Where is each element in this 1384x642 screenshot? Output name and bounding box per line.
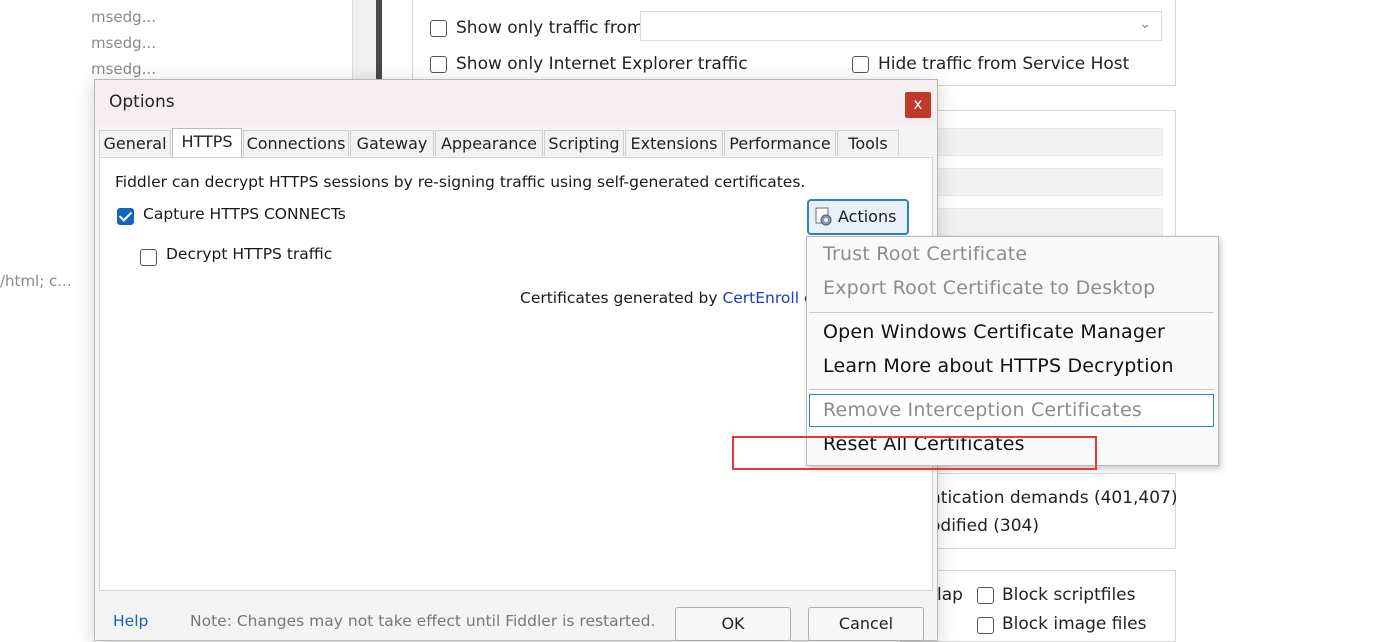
https-description: Fiddler can decrypt HTTPS sessions by re… — [115, 173, 806, 191]
tab-general[interactable]: General — [99, 130, 171, 156]
session-item[interactable]: msedg... — [91, 34, 156, 52]
block-script-label: Block scriptfiles — [1002, 585, 1136, 605]
breakpoints-group — [900, 473, 1176, 549]
tab-connections[interactable]: Connections — [243, 130, 349, 156]
show-only-traffic-from-checkbox[interactable] — [430, 20, 447, 37]
content-type-cell: /html; c... — [0, 272, 72, 290]
tab-scripting[interactable]: Scripting — [544, 130, 624, 156]
block-image-label: Block image files — [1002, 614, 1147, 634]
menu-item-export-root[interactable]: Export Root Certificate to Desktop — [823, 277, 1155, 299]
block-script-checkbox[interactable] — [977, 587, 994, 604]
cert-generator-text: Certificates generated by CertEnroll e — [520, 289, 813, 307]
annotation-highlight-box — [732, 436, 1097, 470]
show-only-ie-label: Show only Internet Explorer traffic — [456, 54, 748, 74]
header-field[interactable] — [905, 168, 1163, 196]
actions-label: Actions — [838, 207, 897, 226]
show-only-ie-checkbox[interactable] — [430, 56, 447, 73]
certenroll-link[interactable]: CertEnroll e — [722, 289, 813, 307]
actions-menu: Trust Root Certificate Export Root Certi… — [806, 236, 1219, 466]
menu-item-trust-root[interactable]: Trust Root Certificate — [823, 243, 1027, 265]
menu-item-open-cert-manager[interactable]: Open Windows Certificate Manager — [823, 321, 1165, 343]
menu-separator — [809, 389, 1214, 390]
tab-performance[interactable]: Performance — [724, 130, 836, 156]
show-only-traffic-from-label: Show only traffic from — [456, 18, 644, 38]
dialog-title: Options — [109, 92, 175, 112]
tab-tools[interactable]: Tools — [837, 130, 899, 156]
close-icon: x — [913, 95, 923, 113]
tab-https[interactable]: HTTPS — [172, 128, 242, 158]
restart-note: Note: Changes may not take effect until … — [190, 612, 656, 630]
hide-service-host-label: Hide traffic from Service Host — [878, 54, 1130, 74]
session-item[interactable]: msedg... — [91, 60, 156, 78]
cancel-button[interactable]: Cancel — [808, 607, 924, 641]
decrypt-https-label: Decrypt HTTPS traffic — [166, 245, 333, 263]
close-button[interactable]: x — [905, 92, 931, 118]
actions-button[interactable]: Actions — [807, 199, 909, 235]
menu-item-learn-more[interactable]: Learn More about HTTPS Decryption — [823, 355, 1174, 377]
process-select[interactable]: ⌄ — [640, 11, 1162, 41]
header-field[interactable] — [905, 128, 1163, 156]
tab-appearance[interactable]: Appearance — [435, 130, 543, 156]
gear-icon — [814, 207, 834, 227]
hide-service-host-checkbox[interactable] — [852, 56, 869, 73]
header-field[interactable] — [905, 208, 1163, 236]
menu-separator — [809, 312, 1214, 313]
flap-label: lap — [937, 585, 963, 605]
session-item[interactable]: msedg... — [91, 8, 156, 26]
auth-demands-label: ntication demands (401,407) — [930, 488, 1178, 508]
not-modified-label: odified (304) — [930, 516, 1039, 536]
capture-https-checkbox[interactable] — [117, 208, 134, 225]
menu-item-remove-certs[interactable]: Remove Interception Certificates — [823, 399, 1142, 421]
help-link[interactable]: Help — [113, 612, 148, 630]
block-image-checkbox[interactable] — [977, 617, 994, 634]
decrypt-https-checkbox[interactable] — [140, 249, 157, 266]
chevron-down-icon: ⌄ — [1139, 16, 1151, 32]
dialog-titlebar[interactable]: Options x — [95, 80, 937, 126]
tab-extensions[interactable]: Extensions — [625, 130, 723, 156]
ok-button[interactable]: OK — [675, 607, 791, 641]
capture-https-label: Capture HTTPS CONNECTs — [143, 205, 346, 223]
cert-generator-prefix: Certificates generated by — [520, 289, 723, 307]
tab-gateway[interactable]: Gateway — [350, 130, 434, 156]
